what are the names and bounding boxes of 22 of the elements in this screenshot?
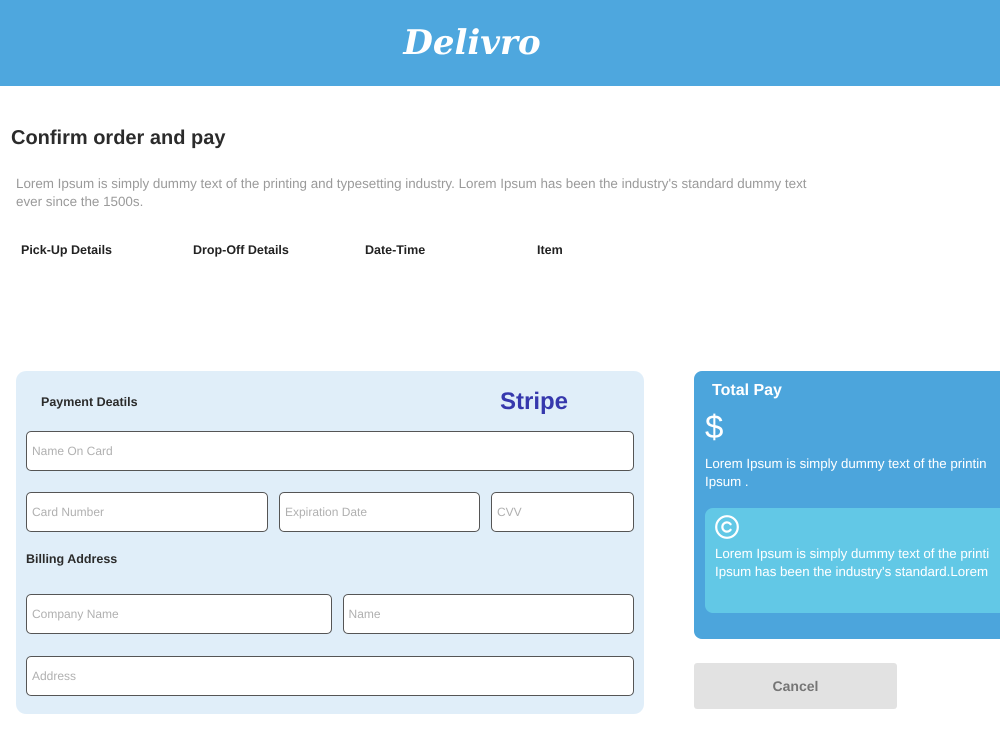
- input-field[interactable]: Company Name: [26, 594, 332, 634]
- input-field[interactable]: CVV: [491, 492, 634, 532]
- payment-details-heading: Payment Deatils: [41, 395, 138, 409]
- total-pay-heading: Total Pay: [712, 382, 782, 400]
- input-field[interactable]: Name: [342, 594, 634, 634]
- copyright-icon: [715, 515, 739, 539]
- logo-text: Delivro: [403, 26, 541, 60]
- currency-symbol: $: [705, 409, 724, 445]
- input-field[interactable]: Name On Card: [26, 431, 634, 471]
- provider-logo-text: Stripe: [500, 388, 568, 416]
- page-description: Lorem Ipsum is simply dummy text of the printing and typesetting industry. Lorem Ipsum has been the industry's standard dummy text ever since the 1500s.: [16, 175, 808, 211]
- input-field[interactable]: Card Number: [26, 492, 268, 532]
- input-field[interactable]: Expiration Date: [279, 492, 480, 532]
- note-text: Lorem Ipsum is simply dummy text of the printi Ipsum has been the industry's standard.Lorem: [715, 545, 990, 581]
- page-title: Confirm order and pay: [11, 126, 226, 150]
- column-heading: Date-Time: [365, 243, 426, 257]
- input-field[interactable]: Address: [26, 656, 634, 696]
- column-heading: Item: [537, 243, 563, 257]
- billing-address-heading: Billing Address: [26, 552, 118, 566]
- column-heading: Drop-Off Details: [193, 243, 290, 257]
- column-heading: Pick-Up Details: [21, 243, 114, 257]
- total-pay-text: Lorem Ipsum is simply dummy text of the printin Ipsum .: [705, 455, 987, 491]
